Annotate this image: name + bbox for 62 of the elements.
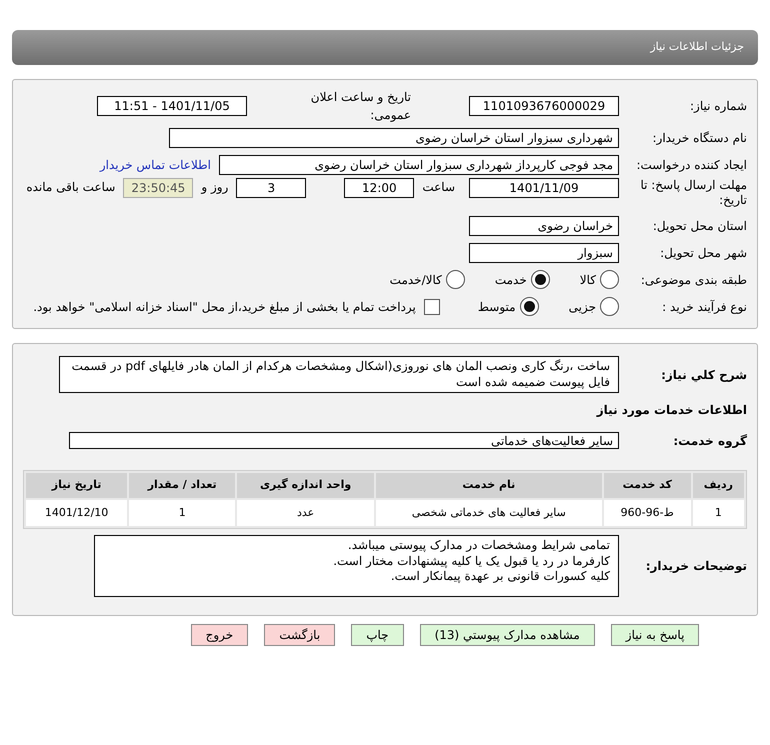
action-button[interactable]: پاسخ به نیاز [610,624,700,646]
need-number-field[interactable]: 1101093676000029 [469,96,619,116]
deadline-time-field[interactable]: 12:00 [344,178,414,198]
table-cell: 1 [692,500,744,526]
field-label: توضیحات خریدار: [644,558,747,576]
field-label: شماره نیاز: [689,98,747,115]
checkbox-label: پرداخت تمام یا بخشی از مبلغ خرید،از محل "اسناد خزانه اسلامی" خواهد بود. [33,298,416,316]
column-header: واحد اندازه گیری [237,473,374,498]
table-cell: 1 [129,500,236,526]
checkbox[interactable] [424,298,440,314]
days-field[interactable]: 3 [236,178,306,198]
field-label: مهلت ارسال پاسخ: تا تاریخ: [639,178,747,208]
action-button[interactable]: چاپ [351,624,404,646]
province-field[interactable]: خراسان رضوی [469,216,619,236]
radio-label: جزیی [568,298,596,316]
field-label: تاریخ و ساعت اعلان عمومی: [310,89,411,124]
page-title: جزئیات اطلاعات نیاز [650,39,744,56]
field-label: شرح کلي نیاز: [660,366,747,384]
field-label: ساعت باقی مانده [26,179,116,196]
column-header: تاریخ نیاز [26,473,128,498]
city-field[interactable]: سبزوار [469,242,619,262]
field-label: روز و [201,179,228,196]
field-label: گروه خدمت: [672,432,747,450]
radio-label: کالا [580,272,596,288]
column-header: تعداد / مقدار [129,473,236,498]
field-label: شهر محل تحویل: [659,244,747,262]
description-box: ساخت ،رنگ کاری ونصب المان های نوروزی(اشکال ومشخصات هرکدام از المان هادر فایلهای pdf در قسمت فایل پیوست ضمیمه شده است [59,356,619,394]
column-header: نام خدمت [376,473,602,498]
action-button[interactable]: خروج [190,624,248,646]
action-button[interactable]: بازگشت [264,624,336,646]
announce-date-field[interactable]: 1401/11/05 - 11:51 [97,96,247,116]
column-header: ردیف [692,473,744,498]
radio-label: متوسط [478,298,516,316]
note-line: کلیه کسورات قانونی بر عهدة پیمانکار است. [390,569,610,585]
deadline-date-field[interactable]: 1401/11/09 [469,178,619,198]
buyer-org-field[interactable]: شهرداری سبزوار استان خراسان رضوی [169,128,619,148]
radio-button[interactable] [530,270,550,289]
table-cell: ط-96-960 [604,500,691,526]
radio-button[interactable] [600,297,619,316]
field-label: نام دستگاه خریدار: [652,130,747,146]
radio-button[interactable] [446,270,465,289]
section-heading: اطلاعات خدمات مورد نیاز [595,402,747,420]
field-label: طبقه بندی موضوعی: [640,272,747,288]
service-group-field[interactable]: سایر فعالیت‌های خدماتی [69,432,619,450]
requester-field[interactable]: مجد فوجی کارپرداز شهرداری سبزوار استان خراسان رضوی [219,154,619,174]
field-label: ساعت [422,179,455,196]
table-cell: عدد [237,500,374,526]
field-label: استان محل تحویل: [652,218,747,234]
radio-button[interactable] [600,270,619,289]
contact-link[interactable]: اطلاعات تماس خریدار [100,156,211,174]
note-line: کارفرما در رد یا قبول یک یا کلیه پیشنهادات مختار است. [332,554,610,570]
note-line: تمامی شرایط ومشخصات در مدارک پیوستی میباشد. [346,538,610,554]
radio-label: کالا/خدمت [390,272,442,288]
table-cell: 1401/12/10 [26,500,128,526]
field-label: ایجاد کننده درخواست: [635,156,747,174]
remaining-time-field: 23:50:45 [123,178,194,198]
field-label: نوع فرآیند خرید : [661,298,747,316]
table-cell: سایر فعالیت های خدماتی شخصی [376,500,602,526]
action-button[interactable]: مشاهده مدارک پیوستي (13) [420,624,595,646]
radio-label: خدمت [494,272,527,288]
column-header: کد خدمت [604,473,691,498]
radio-button[interactable] [520,297,539,316]
